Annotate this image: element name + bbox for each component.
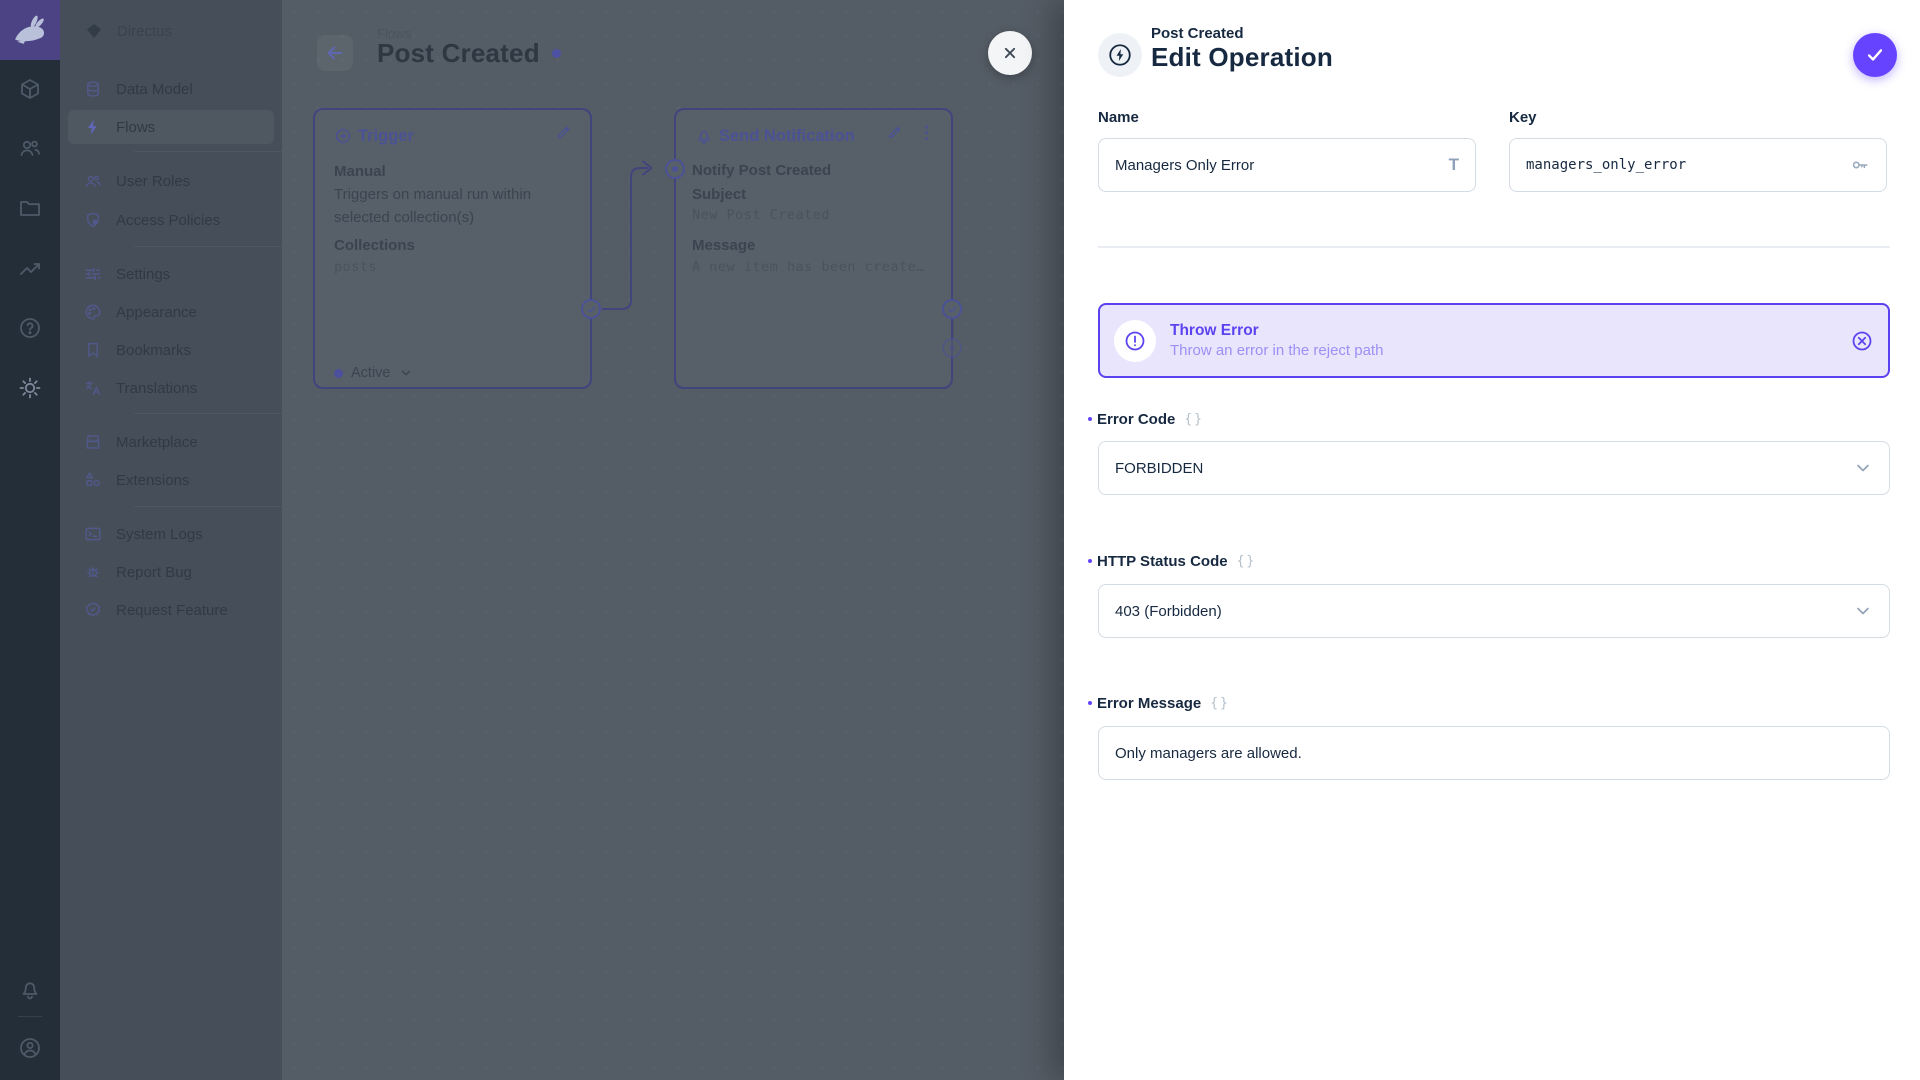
name-input-wrapper: T bbox=[1098, 138, 1476, 192]
close-drawer-button[interactable] bbox=[988, 31, 1032, 75]
error-code-label-row: Error Code {} bbox=[1088, 411, 1204, 427]
raw-value-icon[interactable]: {} bbox=[1237, 554, 1257, 569]
error-code-value: FORBIDDEN bbox=[1115, 460, 1203, 477]
raw-value-icon[interactable]: {} bbox=[1184, 412, 1204, 427]
chevron-down-icon bbox=[1853, 601, 1873, 621]
http-status-value: 403 (Forbidden) bbox=[1115, 603, 1222, 620]
operation-type-banner[interactable]: Throw Error Throw an error in the reject… bbox=[1098, 303, 1890, 378]
key-input[interactable] bbox=[1526, 157, 1850, 173]
name-input[interactable] bbox=[1115, 157, 1449, 174]
close-icon bbox=[1000, 43, 1020, 63]
chevron-down-icon bbox=[1853, 458, 1873, 478]
key-label: Key bbox=[1509, 109, 1537, 126]
key-icon bbox=[1850, 155, 1870, 175]
error-message-label-row: Error Message {} bbox=[1088, 695, 1230, 711]
error-code-select[interactable]: FORBIDDEN bbox=[1098, 441, 1890, 495]
required-dot bbox=[1088, 417, 1092, 421]
title-formatter-icon[interactable]: T bbox=[1449, 155, 1459, 175]
edit-operation-drawer: Post Created Edit Operation Name Key T T… bbox=[1064, 0, 1920, 1080]
section-divider bbox=[1098, 246, 1890, 248]
key-label-row: Key bbox=[1509, 109, 1537, 125]
operation-type-icon-circle bbox=[1098, 33, 1142, 77]
operation-bolt-circle-icon bbox=[1107, 42, 1133, 68]
error-info-icon-circle bbox=[1114, 320, 1156, 362]
save-button[interactable] bbox=[1853, 33, 1897, 77]
operation-type-title: Throw Error bbox=[1170, 321, 1850, 341]
error-code-label: Error Code bbox=[1097, 411, 1175, 428]
operation-type-subtitle: Throw an error in the reject path bbox=[1170, 341, 1850, 361]
http-status-label-row: HTTP Status Code {} bbox=[1088, 553, 1256, 569]
error-message-input[interactable] bbox=[1115, 745, 1873, 762]
name-label: Name bbox=[1098, 109, 1139, 126]
drawer-title: Edit Operation bbox=[1151, 42, 1333, 73]
http-status-label: HTTP Status Code bbox=[1097, 553, 1228, 570]
name-label-row: Name bbox=[1098, 109, 1139, 125]
deselect-operation-icon[interactable] bbox=[1850, 329, 1874, 353]
error-message-label: Error Message bbox=[1097, 695, 1201, 712]
raw-value-icon[interactable]: {} bbox=[1210, 696, 1230, 711]
key-input-wrapper bbox=[1509, 138, 1887, 192]
check-icon bbox=[1864, 44, 1886, 66]
required-dot bbox=[1088, 559, 1092, 563]
http-status-select[interactable]: 403 (Forbidden) bbox=[1098, 584, 1890, 638]
drawer-overlay[interactable] bbox=[0, 0, 1064, 1080]
error-message-input-wrapper bbox=[1098, 726, 1890, 780]
drawer-breadcrumb: Post Created bbox=[1151, 25, 1244, 42]
required-dot bbox=[1088, 701, 1092, 705]
exclamation-circle-icon bbox=[1123, 329, 1147, 353]
